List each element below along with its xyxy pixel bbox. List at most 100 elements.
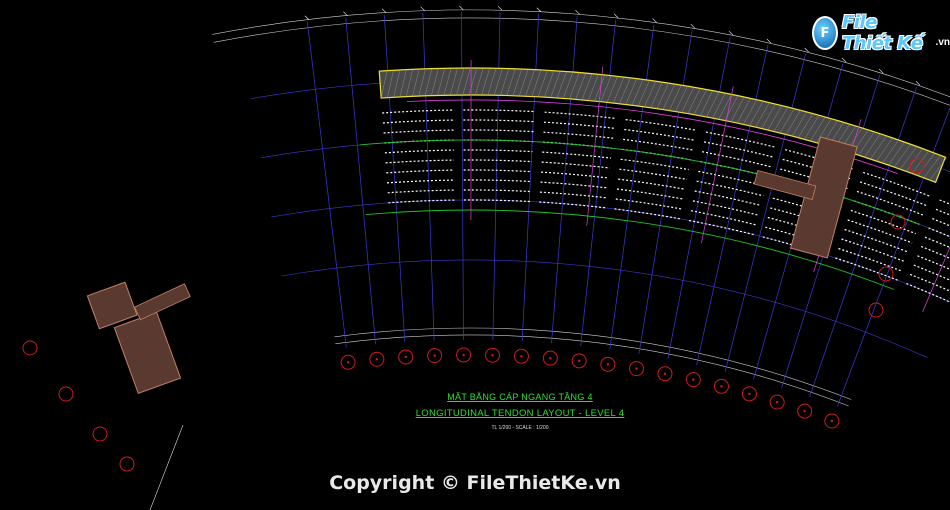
drawing-scale: TL 1/200 - SCALE : 1/200 bbox=[491, 425, 549, 431]
dimension-tick bbox=[690, 24, 696, 29]
tendon-line bbox=[618, 178, 686, 190]
grid-bubble-dot bbox=[803, 409, 806, 413]
tendon-line bbox=[463, 159, 532, 163]
tendon-line bbox=[539, 191, 607, 199]
tendon-line bbox=[850, 209, 916, 235]
grid-bubble-dot bbox=[346, 361, 350, 364]
grid-bubble-dot bbox=[775, 400, 779, 404]
grid-axis-line bbox=[422, 12, 435, 341]
dimension-tick bbox=[381, 8, 387, 13]
core-left-bottom bbox=[113, 311, 182, 395]
grid-axis-line bbox=[306, 21, 347, 348]
tendon-line bbox=[614, 208, 681, 220]
tendon-line bbox=[541, 171, 609, 179]
tendon-line bbox=[385, 159, 454, 164]
corridor-right bbox=[753, 169, 817, 201]
site-logo: F File Thiết Kế .vn bbox=[812, 12, 950, 54]
grid-bubble-dot bbox=[635, 367, 638, 370]
drawing-title-vn: MẶT BẰNG CÁP NGANG TẦNG 4 bbox=[447, 392, 593, 402]
tendon-line bbox=[856, 190, 924, 216]
grid-axis-line bbox=[345, 17, 376, 345]
grid-bubble bbox=[58, 386, 74, 402]
grid-bubble-dot bbox=[404, 355, 407, 359]
dimension-tick bbox=[459, 5, 464, 11]
grid-bubble-dot bbox=[549, 356, 552, 360]
tendon-line bbox=[844, 228, 909, 253]
logo-globe-icon: F bbox=[812, 16, 838, 50]
cad-drawing-canvas bbox=[22, 5, 950, 510]
grid-bubble-dot bbox=[606, 363, 610, 366]
tendon-line bbox=[384, 149, 454, 154]
grid-bubble-dot bbox=[830, 419, 834, 423]
dimension-arc bbox=[334, 327, 852, 400]
tendon-line bbox=[388, 199, 455, 204]
dimension-tick bbox=[613, 13, 619, 19]
grid-bubble bbox=[119, 456, 135, 472]
grid-axis-line bbox=[383, 14, 406, 343]
tendon-line bbox=[386, 169, 455, 174]
tendon-line bbox=[539, 201, 606, 209]
grid-bubble bbox=[92, 426, 108, 442]
grid-arc bbox=[271, 199, 950, 303]
tendon-line bbox=[382, 119, 454, 124]
grid-bubble-dot bbox=[748, 392, 751, 396]
grid-bubble-dot bbox=[491, 354, 494, 357]
grid-bubble-dot bbox=[720, 385, 723, 388]
dimension-tick bbox=[575, 10, 580, 15]
tendon-line bbox=[463, 119, 535, 123]
dimension-tick bbox=[343, 11, 348, 16]
tendon-line bbox=[382, 109, 454, 114]
tendon-line bbox=[835, 257, 898, 281]
grid-bubble-dot bbox=[433, 354, 436, 357]
tendon-line bbox=[540, 181, 608, 189]
tendon-line bbox=[386, 179, 455, 184]
grid-bubble bbox=[868, 302, 884, 318]
tendon-line bbox=[692, 200, 759, 216]
tendon-line bbox=[935, 208, 950, 216]
grid-bubble-dot bbox=[375, 358, 379, 361]
grid-bubble-dot bbox=[520, 355, 523, 358]
magenta-tendon-radial bbox=[922, 246, 950, 313]
tendon-line bbox=[463, 189, 531, 193]
corridor-left bbox=[134, 283, 191, 321]
tendon-line bbox=[838, 247, 902, 272]
drawing-title-en: LONGITUDINAL TENDON LAYOUT - LEVEL 4 bbox=[415, 408, 625, 419]
logo-text: File Thiết Kế bbox=[841, 12, 923, 54]
core-right bbox=[790, 136, 858, 259]
drawing-title-block: MẶT BẰNG CÁP NGANG TẦNG 4 LONGITUDINAL T… bbox=[405, 392, 635, 431]
dimension-tick bbox=[652, 18, 657, 23]
grid-arc bbox=[281, 259, 928, 358]
grid-bubble-dot bbox=[692, 378, 695, 381]
grid-axis-line bbox=[521, 13, 540, 342]
tendon-line bbox=[620, 158, 689, 171]
tendon-line bbox=[847, 219, 913, 244]
grid-bubble-dot bbox=[577, 359, 581, 363]
tendon-line bbox=[625, 119, 697, 131]
tendon-line bbox=[616, 188, 684, 200]
tendon-line bbox=[694, 190, 762, 207]
tendon-line bbox=[463, 149, 533, 153]
tendon-line bbox=[463, 129, 534, 133]
copyright-watermark: Copyright © FileThietKe.vn bbox=[329, 472, 621, 494]
tendon-line bbox=[463, 199, 530, 203]
logo-suffix: .vn bbox=[935, 37, 950, 48]
grid-axis-line bbox=[492, 12, 501, 341]
tendon-line bbox=[541, 161, 610, 169]
grid-axis-line bbox=[461, 12, 464, 341]
tendon-line bbox=[615, 198, 682, 210]
tendon-line bbox=[463, 169, 532, 173]
tendon-line bbox=[623, 138, 693, 151]
tendon-line bbox=[619, 168, 688, 180]
grid-axis-line bbox=[551, 16, 578, 344]
section-line bbox=[149, 424, 184, 510]
tendon-line bbox=[463, 109, 535, 113]
tendon-line bbox=[841, 238, 906, 263]
dimension-tick bbox=[420, 6, 425, 12]
tendon-line bbox=[544, 111, 616, 119]
dimension-tick bbox=[304, 15, 310, 20]
tendon-line bbox=[387, 189, 455, 194]
tendon-line bbox=[906, 283, 950, 303]
tendon-line bbox=[543, 121, 615, 129]
grid-bubble bbox=[22, 340, 38, 356]
grid-bubble-dot bbox=[663, 372, 667, 375]
